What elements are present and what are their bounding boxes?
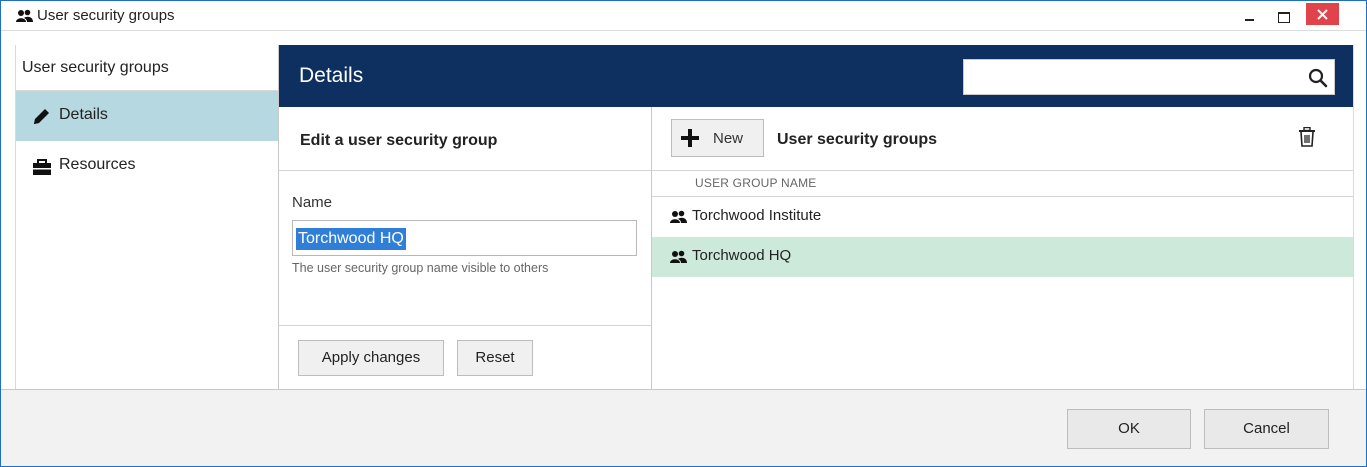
briefcase-icon	[33, 159, 51, 175]
list-item[interactable]: Torchwood Institute	[652, 197, 1353, 237]
search-icon[interactable]	[1308, 68, 1328, 88]
trash-icon[interactable]	[1298, 127, 1316, 147]
divider	[279, 325, 651, 326]
details-header: Details	[279, 45, 1353, 107]
ok-button[interactable]: OK	[1067, 409, 1191, 449]
close-button[interactable]	[1306, 3, 1339, 25]
pencil-icon	[34, 109, 49, 124]
edit-panel: Edit a user security group Name Torchwoo…	[279, 107, 652, 389]
edit-panel-title: Edit a user security group	[300, 132, 498, 149]
close-icon	[1317, 9, 1328, 20]
sidebar-item-resources[interactable]: Resources	[16, 141, 279, 191]
users-icon	[670, 250, 687, 263]
users-icon	[670, 210, 687, 223]
column-header[interactable]: USER GROUP NAME	[652, 171, 1353, 197]
list-item-label: Torchwood Institute	[692, 207, 822, 224]
list-item-label: Torchwood HQ	[692, 247, 792, 264]
title-bar: User security groups	[1, 1, 1366, 31]
sidebar-item-label: Details	[59, 106, 108, 123]
name-field-value: Torchwood HQ	[296, 228, 406, 250]
sidebar-header: User security groups	[16, 45, 279, 91]
name-label: Name	[292, 194, 333, 211]
list-item-selected[interactable]: Torchwood HQ	[652, 237, 1353, 277]
dialog-window: User security groups User security group…	[0, 0, 1367, 467]
plus-icon	[681, 129, 699, 147]
cancel-button[interactable]: Cancel	[1204, 409, 1329, 449]
window-title: User security groups	[37, 7, 175, 24]
list-title: User security groups	[777, 131, 938, 148]
apply-changes-button[interactable]: Apply changes	[298, 340, 444, 376]
search-input[interactable]	[964, 60, 1294, 94]
sidebar-item-details[interactable]: Details	[16, 91, 279, 141]
new-button[interactable]: New	[671, 119, 764, 157]
page-title: Details	[299, 64, 364, 87]
name-field[interactable]: Torchwood HQ	[292, 220, 637, 256]
minimize-button[interactable]	[1239, 5, 1261, 27]
list-header: New User security groups	[652, 107, 1353, 171]
column-header-label: USER GROUP NAME	[695, 176, 817, 190]
groups-list-panel: New User security groups USER GROUP NAME…	[652, 107, 1353, 389]
right-edge	[1353, 45, 1366, 389]
name-hint: The user security group name visible to …	[292, 261, 549, 275]
sidebar: User security groups Details Resources	[15, 45, 279, 389]
new-button-label: New	[713, 130, 744, 147]
search-box	[963, 59, 1335, 95]
reset-button[interactable]: Reset	[457, 340, 533, 376]
maximize-button[interactable]	[1272, 5, 1294, 27]
edit-panel-header: Edit a user security group	[279, 107, 651, 171]
dialog-footer: OK Cancel	[1, 389, 1366, 466]
users-icon	[16, 9, 33, 22]
sidebar-item-label: Resources	[59, 156, 136, 173]
